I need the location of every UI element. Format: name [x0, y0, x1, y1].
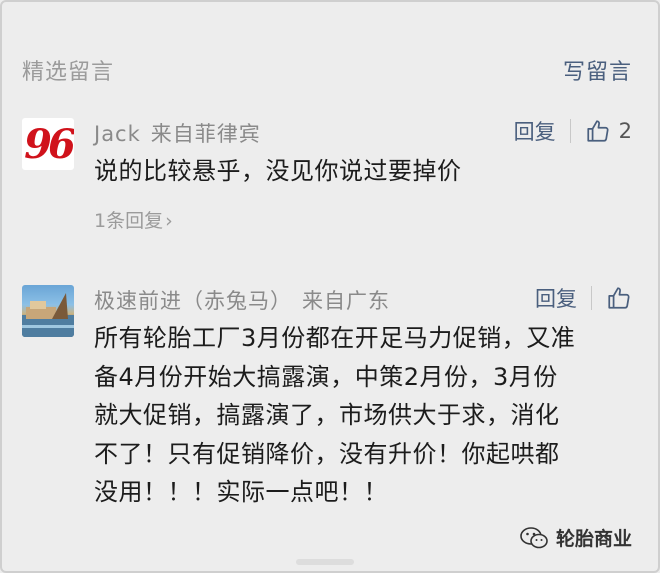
- actions-divider: [569, 119, 571, 143]
- comment-line: 没用！！！实际一点吧！！: [94, 478, 388, 506]
- chevron-right-icon: ›: [165, 210, 173, 232]
- actions-divider: [591, 286, 592, 310]
- comment-line: 所有轮胎工厂3月份都在开足马力促销，又准: [94, 324, 576, 352]
- home-indicator: [296, 559, 354, 565]
- wechat-icon: [520, 526, 548, 548]
- author-location: 来自广东: [302, 289, 390, 313]
- author-nickname: 极速前进（赤兔马）: [94, 289, 292, 313]
- like-button[interactable]: 2: [585, 118, 632, 144]
- avatar[interactable]: [22, 285, 74, 337]
- avatar[interactable]: 96: [22, 118, 74, 170]
- comment-actions: 回复 2: [514, 116, 632, 146]
- featured-comments-title: 精选留言: [22, 60, 115, 85]
- comment-author: 极速前进（赤兔马） 来自广东: [94, 285, 390, 315]
- comments-header: 精选留言 写留言: [22, 48, 632, 88]
- comment-text: 说的比较悬乎，没见你说过要掉价: [94, 157, 462, 185]
- thumbs-up-icon: [608, 287, 630, 309]
- write-comment-button[interactable]: 写留言: [563, 54, 632, 86]
- comment-author: Jack 来自菲律宾: [94, 118, 261, 148]
- replies-count-label: 1条回复: [94, 210, 164, 232]
- comment-text: 所有轮胎工厂3月份都在开足马力促销，又准 备4月份开始大搞露演，中策2月份，3月…: [94, 319, 632, 512]
- view-replies-link[interactable]: 1条回复 ›: [94, 206, 173, 233]
- comment-item: 极速前进（赤兔马） 来自广东 回复 所有轮胎工厂3月份都在开足马力促销，又准 备4…: [22, 285, 632, 515]
- avatar-logo-text: 96: [24, 120, 74, 168]
- reply-button[interactable]: 回复: [514, 116, 556, 146]
- comment-actions: 回复: [535, 283, 632, 313]
- comment-line: 备4月份开始大搞露演，中策2月份，3月份: [94, 362, 558, 391]
- author-location: 来自菲律宾: [150, 122, 261, 146]
- account-watermark: 轮胎商业: [520, 524, 632, 551]
- author-nickname: Jack: [94, 122, 141, 146]
- comment-line: 就大促销，搞露演了，市场供大于求，消化: [94, 401, 560, 429]
- reply-button[interactable]: 回复: [535, 283, 577, 313]
- like-button[interactable]: [606, 285, 632, 311]
- thumbs-up-icon: [587, 120, 609, 142]
- like-count: 2: [618, 119, 632, 143]
- watermark-text: 轮胎商业: [555, 528, 632, 550]
- landscape-avatar-image: [22, 293, 74, 337]
- comment-line: 不了！只有促销降价，没有升价！你起哄都: [94, 439, 560, 468]
- comment-item: 96 Jack 来自菲律宾 回复 2 说的比较悬乎，没见你说过要掉价 1条回复 ›: [22, 118, 632, 238]
